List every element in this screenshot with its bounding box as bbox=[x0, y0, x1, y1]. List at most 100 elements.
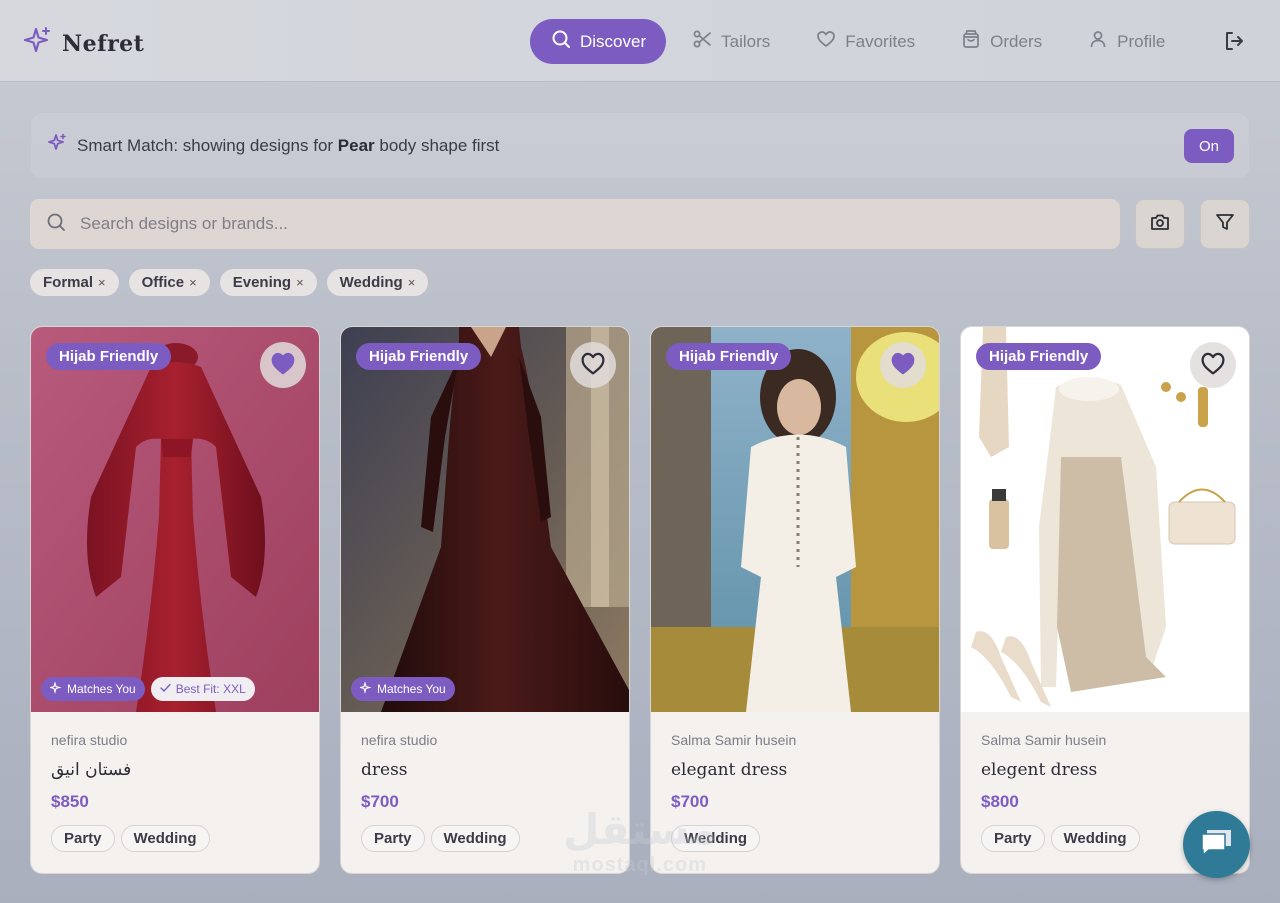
product-details: nefira studio فستان انيق $850 Party Wedd… bbox=[51, 732, 301, 852]
sparkles-icon bbox=[358, 680, 372, 697]
chat-button[interactable] bbox=[1183, 811, 1250, 878]
product-price: $850 bbox=[51, 792, 89, 811]
logout-icon bbox=[1222, 32, 1246, 57]
filter-chip-formal[interactable]: Formal × bbox=[30, 269, 119, 296]
heart-filled-icon bbox=[270, 351, 296, 380]
remove-filter-icon[interactable]: × bbox=[98, 275, 106, 290]
brand-name[interactable]: nefira studio bbox=[51, 732, 301, 748]
nav-tailors[interactable]: Tailors bbox=[672, 19, 790, 64]
product-card[interactable]: Hijab Friendly Salma Samir husein elegan… bbox=[650, 326, 940, 874]
product-card[interactable]: Hijab Friendly Matches You Best Fit: XXL… bbox=[30, 326, 320, 874]
product-image[interactable]: Hijab Friendly Matches You bbox=[341, 327, 629, 712]
nav-discover-label: Discover bbox=[580, 31, 647, 51]
product-image[interactable]: Hijab Friendly Matches You Best Fit: XXL bbox=[31, 327, 319, 712]
filter-chip-evening[interactable]: Evening × bbox=[219, 269, 317, 296]
heart-outline-icon bbox=[1200, 351, 1226, 380]
brand-name[interactable]: Salma Samir husein bbox=[981, 732, 1231, 748]
check-icon bbox=[160, 682, 171, 696]
matches-you-label: Matches You bbox=[67, 682, 136, 696]
watermark: مستقل mostaql.com bbox=[563, 805, 717, 877]
smart-match-toggle[interactable]: On bbox=[1184, 129, 1234, 163]
best-fit-label: Best Fit: XXL bbox=[175, 682, 246, 696]
logout-button[interactable] bbox=[1222, 29, 1246, 58]
scissors-icon bbox=[692, 29, 712, 54]
nav-tailors-label: Tailors bbox=[721, 31, 771, 51]
product-name[interactable]: elegant dress bbox=[671, 760, 921, 780]
smart-match-text: Smart Match: showing designs for Pear bo… bbox=[77, 136, 499, 156]
matches-you-badge: Matches You bbox=[41, 677, 145, 701]
remove-filter-icon[interactable]: × bbox=[189, 275, 197, 290]
smart-match-suffix: body shape first bbox=[374, 135, 500, 155]
active-filters: Formal × Office × Evening × Wedding × bbox=[30, 269, 429, 296]
search-bar bbox=[30, 199, 1120, 249]
filter-icon bbox=[1215, 212, 1235, 237]
filter-button[interactable] bbox=[1200, 199, 1250, 249]
nav-orders-label: Orders bbox=[990, 31, 1043, 51]
user-icon bbox=[1088, 29, 1108, 54]
product-name[interactable]: dress bbox=[361, 760, 611, 780]
best-fit-badge: Best Fit: XXL bbox=[150, 677, 255, 701]
hijab-friendly-badge: Hijab Friendly bbox=[46, 343, 172, 370]
favorite-button[interactable] bbox=[1190, 342, 1236, 388]
product-image[interactable]: Hijab Friendly bbox=[961, 327, 1249, 712]
nav-profile[interactable]: Profile bbox=[1068, 19, 1185, 64]
occasion-tag: Party bbox=[981, 825, 1045, 852]
sparkles-icon bbox=[22, 26, 52, 61]
product-name[interactable]: فستان انيق bbox=[51, 760, 301, 780]
favorite-button[interactable] bbox=[570, 342, 616, 388]
occasion-tags: Party Wedding bbox=[51, 825, 301, 852]
smart-match-prefix: Smart Match: showing designs for bbox=[77, 135, 338, 155]
hijab-friendly-badge: Hijab Friendly bbox=[356, 343, 482, 370]
product-image[interactable]: Hijab Friendly bbox=[651, 327, 939, 712]
watermark-arabic: مستقل bbox=[563, 805, 717, 854]
body-shape-value: Pear bbox=[337, 135, 375, 155]
brand-name[interactable]: Salma Samir husein bbox=[671, 732, 921, 748]
filter-chip-wedding[interactable]: Wedding × bbox=[326, 269, 429, 296]
logo[interactable]: Nefret bbox=[22, 26, 144, 61]
top-navbar: Nefret Discover Tailors Favorites Orders… bbox=[0, 0, 1280, 82]
fit-badges: Matches You bbox=[351, 677, 455, 701]
brand-name[interactable]: nefira studio bbox=[361, 732, 611, 748]
matches-you-badge: Matches You bbox=[351, 677, 455, 701]
smart-match-banner: Smart Match: showing designs for Pear bo… bbox=[30, 112, 1250, 179]
remove-filter-icon[interactable]: × bbox=[296, 275, 304, 290]
occasion-tag: Wedding bbox=[430, 825, 520, 852]
watermark-latin: mostaql.com bbox=[572, 854, 707, 876]
heart-outline-icon bbox=[580, 351, 606, 380]
product-price: $800 bbox=[981, 792, 1019, 811]
hijab-friendly-badge: Hijab Friendly bbox=[976, 343, 1102, 370]
occasion-tag: Party bbox=[361, 825, 425, 852]
search-input[interactable] bbox=[80, 214, 1080, 234]
remove-filter-icon[interactable]: × bbox=[408, 275, 416, 290]
filter-chip-label: Formal bbox=[43, 274, 94, 291]
search-icon bbox=[551, 29, 571, 54]
nav-favorites-label: Favorites bbox=[845, 31, 916, 51]
filter-chip-label: Office bbox=[141, 274, 185, 291]
nav-orders[interactable]: Orders bbox=[941, 19, 1062, 64]
search-icon bbox=[46, 212, 66, 237]
camera-icon bbox=[1150, 213, 1170, 236]
heart-icon bbox=[816, 29, 836, 54]
chat-bubble-icon bbox=[1199, 826, 1235, 863]
favorite-button[interactable] bbox=[260, 342, 306, 388]
nav-favorites[interactable]: Favorites bbox=[796, 19, 935, 64]
favorite-button[interactable] bbox=[880, 342, 926, 388]
product-card[interactable]: Hijab Friendly Salma Samir husein elegen… bbox=[960, 326, 1250, 874]
product-name[interactable]: elegent dress bbox=[981, 760, 1231, 780]
nav-discover[interactable]: Discover bbox=[530, 19, 667, 64]
matches-you-label: Matches You bbox=[377, 682, 446, 696]
fit-badges: Matches You Best Fit: XXL bbox=[41, 677, 255, 701]
occasion-tag: Party bbox=[51, 825, 115, 852]
nav-profile-label: Profile bbox=[1117, 31, 1166, 51]
filter-chip-label: Wedding bbox=[339, 274, 403, 291]
occasion-tag: Wedding bbox=[120, 825, 210, 852]
product-card[interactable]: Hijab Friendly Matches You nefira studio… bbox=[340, 326, 630, 874]
camera-search-button[interactable] bbox=[1135, 199, 1185, 249]
main-nav: Discover Tailors Favorites Orders Profil… bbox=[530, 19, 1191, 64]
sparkles-icon bbox=[47, 133, 67, 158]
hijab-friendly-badge: Hijab Friendly bbox=[666, 343, 792, 370]
filter-chip-office[interactable]: Office × bbox=[128, 269, 210, 296]
sparkles-icon bbox=[48, 680, 62, 697]
shopping-bag-icon bbox=[961, 29, 981, 54]
heart-filled-icon bbox=[890, 351, 916, 380]
